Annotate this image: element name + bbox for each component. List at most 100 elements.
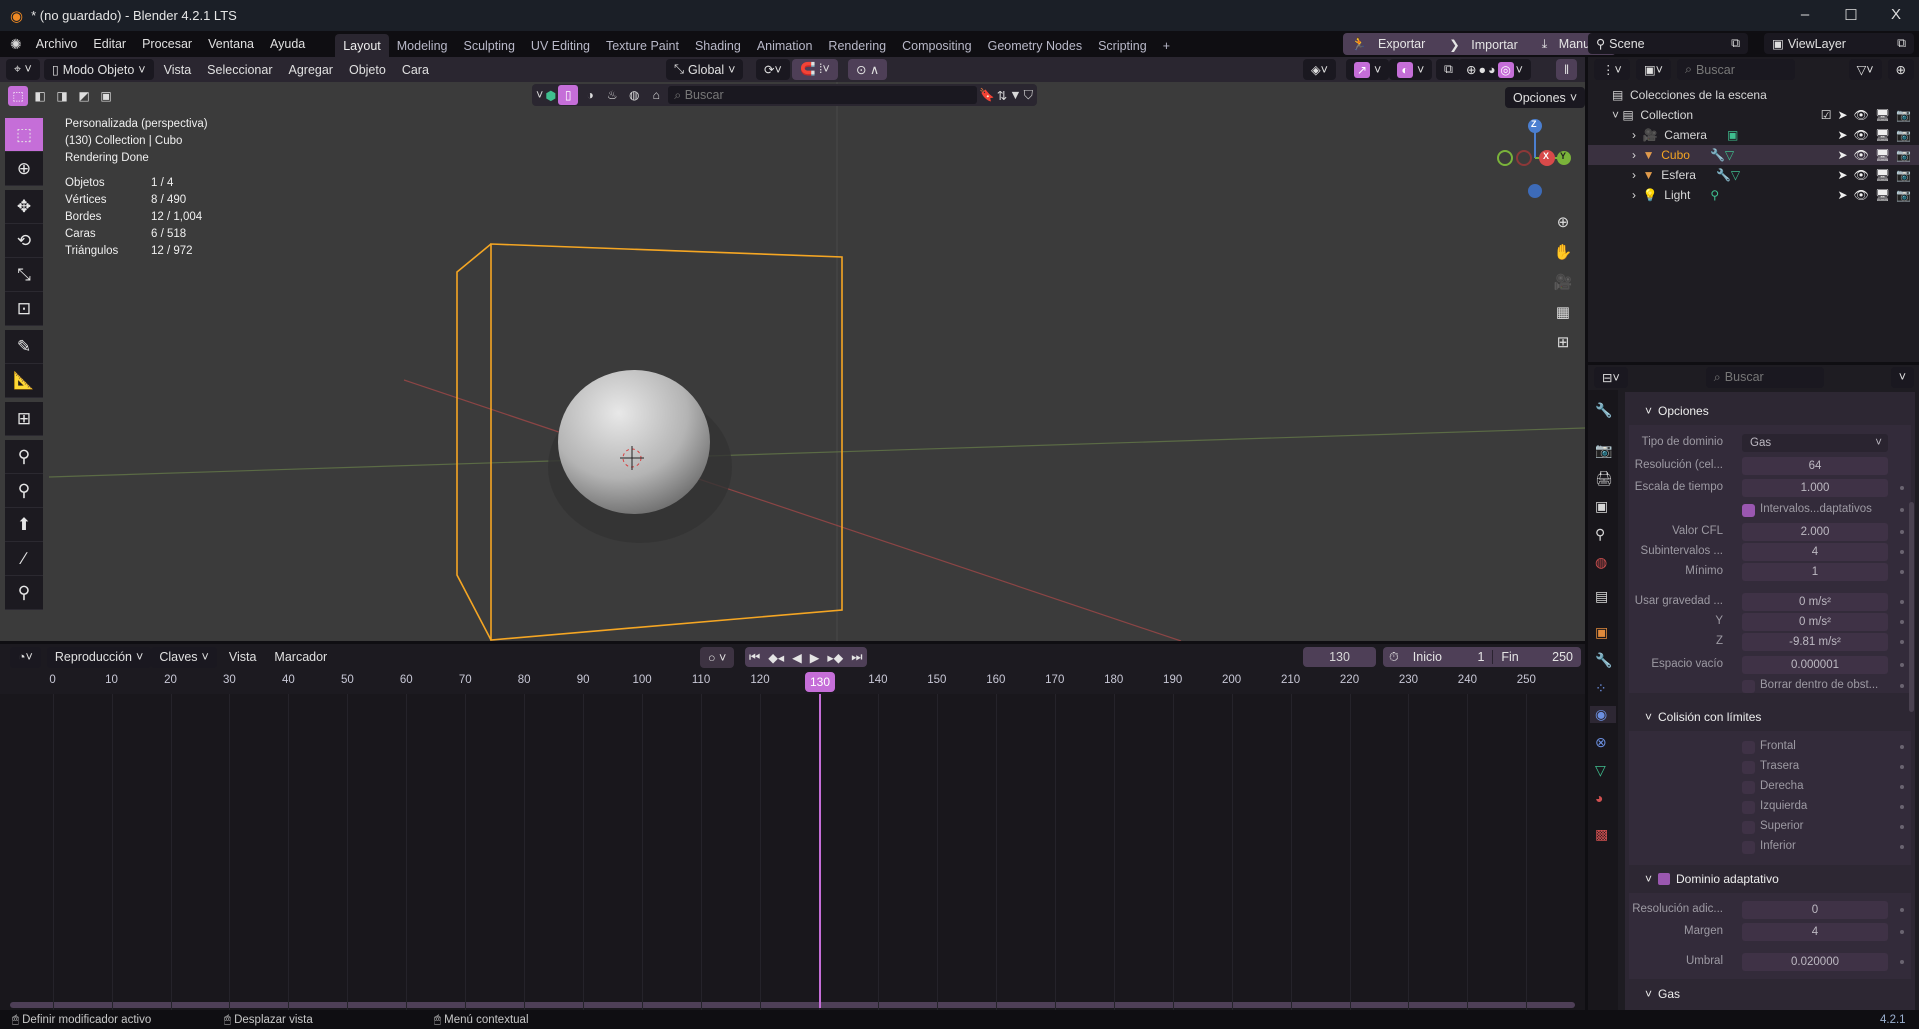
start-frame-field[interactable]: Inicio 1	[1405, 650, 1493, 664]
transform-icon[interactable]: ⊡	[5, 292, 43, 326]
adaptive-domain-checkbox[interactable]	[1658, 873, 1671, 885]
tool-tab-icon[interactable]: 🔧	[1595, 402, 1612, 419]
tab-rendering[interactable]: Rendering	[820, 34, 894, 58]
border-bottom-checkbox[interactable]	[1742, 841, 1755, 854]
tab-geometry-nodes[interactable]: Geometry Nodes	[980, 34, 1090, 58]
material-filter-icon[interactable]: ◑	[580, 85, 600, 105]
render-tab-icon[interactable]: 📷	[1595, 442, 1612, 459]
wrench-icon[interactable]: 🔧	[1716, 168, 1731, 182]
3d-viewport[interactable]: Z X Y Personalizada (perspectiva) (130) …	[0, 82, 1585, 641]
properties-scrollbar[interactable]	[1909, 502, 1914, 712]
brush-filter-icon[interactable]: ⌂	[646, 85, 666, 105]
cursor-icon[interactable]: ⊕	[5, 152, 43, 186]
menu-vista[interactable]: Vista	[223, 650, 263, 664]
section-opciones[interactable]: ˅ Opciones	[1625, 397, 1915, 425]
timeline-scrollbar[interactable]	[10, 1002, 1575, 1008]
tab-uv-editing[interactable]: UV Editing	[523, 34, 598, 58]
select-box-icon[interactable]: ⬚	[5, 118, 43, 152]
chevron-down-icon[interactable]: ˅	[1890, 366, 1914, 388]
particles-tab-icon[interactable]: ⁘	[1595, 680, 1607, 697]
chevron-right-icon[interactable]: ›	[1632, 188, 1636, 202]
annotate-icon[interactable]: ✎	[5, 330, 43, 364]
outliner-item-esfera[interactable]: › ▼ Esfera 🔧 ▽ ➤ 👁 🖥 📷	[1588, 165, 1919, 185]
delete-in-obstacle-checkbox[interactable]	[1742, 680, 1755, 693]
keyframe-dot[interactable]	[1900, 805, 1904, 809]
knife-icon[interactable]: ∕	[5, 542, 43, 576]
select-intersect-icon[interactable]: ▣	[96, 86, 116, 106]
extrude-icon[interactable]: ⬆	[5, 508, 43, 542]
camera-icon[interactable]: 📷	[1896, 108, 1911, 122]
orientation-selector[interactable]: ⤡ Global ˅	[666, 59, 744, 80]
tab-scripting[interactable]: Scripting	[1090, 34, 1155, 58]
new-collection-icon[interactable]: ⊕	[1887, 59, 1914, 80]
minimize-button[interactable]: –	[1795, 6, 1815, 23]
pivot-icon[interactable]: ⟳˅	[756, 59, 790, 80]
properties-search-input[interactable]: ⌕ Buscar	[1705, 366, 1824, 388]
gizmo-toggle-icon[interactable]: ↗ ˅	[1346, 59, 1390, 80]
select-extend-icon[interactable]: ◧	[30, 86, 50, 106]
monitor-icon[interactable]: 🖥	[1875, 128, 1890, 142]
outliner-item-light[interactable]: › 💡 Light ⚲ ➤ 👁 🖥 📷	[1588, 185, 1919, 205]
editor-type-button[interactable]: ◔˅	[10, 646, 41, 668]
resolution-field[interactable]: 64	[1742, 457, 1888, 475]
keyframe-dot[interactable]	[1900, 825, 1904, 829]
add-point-icon[interactable]: ⚲	[5, 440, 43, 474]
select-arrow-icon[interactable]: ➤	[1838, 168, 1848, 182]
view-layer-tab-icon[interactable]: ▣	[1595, 498, 1608, 515]
output-tab-icon[interactable]: 🖨	[1595, 470, 1613, 487]
camera-view-icon[interactable]: 🎥	[1550, 270, 1576, 296]
measure-icon[interactable]: 📐	[5, 364, 43, 398]
view-layer-selector[interactable]: ▣ ViewLayer ⧉	[1764, 33, 1914, 54]
playhead[interactable]	[819, 694, 821, 1008]
keyframe-dot[interactable]	[1900, 745, 1904, 749]
monitor-icon[interactable]: 🖥	[1875, 148, 1890, 162]
menu-cara[interactable]: Cara	[396, 63, 435, 77]
keyframe-dot[interactable]	[1900, 908, 1904, 912]
threshold-field[interactable]: 0.020000	[1742, 953, 1888, 971]
keyframe-dot[interactable]	[1900, 930, 1904, 934]
snap-icon[interactable]: 🧲 ⁞˅	[792, 59, 838, 80]
border-back-checkbox[interactable]	[1742, 761, 1755, 774]
filter-icon[interactable]: ▽˅	[1848, 59, 1882, 80]
border-top-checkbox[interactable]	[1742, 821, 1755, 834]
section-dominio-adaptativo[interactable]: ˅ Dominio adaptativo	[1625, 865, 1915, 893]
new-view-layer-icon[interactable]: ⧉	[1897, 36, 1906, 51]
playback-menu[interactable]: Reproducción ˅	[46, 646, 152, 668]
sort-icon[interactable]: ⇅	[997, 88, 1007, 103]
section-colision[interactable]: ˅ Colisión con límites	[1625, 703, 1915, 731]
margin-field[interactable]: 4	[1742, 923, 1888, 941]
data-tab-icon[interactable]: ▽	[1595, 762, 1606, 779]
editor-type-button[interactable]: ⊟˅	[1594, 366, 1628, 388]
export-button[interactable]: 🏃 Exportar	[1343, 37, 1441, 52]
time-scale-field[interactable]: 1.000	[1742, 479, 1888, 497]
menu-vista[interactable]: Vista	[158, 63, 198, 77]
gravity-z-field[interactable]: -9.81 m/s²	[1742, 633, 1888, 651]
current-frame-field[interactable]: 130	[1303, 647, 1376, 667]
next-keyframe-icon[interactable]: ▸◆	[823, 650, 847, 665]
tab-layout[interactable]: Layout	[335, 34, 389, 58]
keyframe-dot[interactable]	[1900, 684, 1904, 688]
keyframe-dot[interactable]	[1900, 508, 1904, 512]
menu-seleccionar[interactable]: Seleccionar	[201, 63, 278, 77]
border-left-checkbox[interactable]	[1742, 801, 1755, 814]
zoom-icon[interactable]: ⊕	[1550, 210, 1576, 236]
add-cube-icon[interactable]: ⊞	[5, 402, 43, 436]
view-layer-icon[interactable]: ▣˅	[1635, 59, 1671, 80]
overlay-toggle-icon[interactable]: ◐ ˅	[1389, 59, 1433, 80]
empty-space-field[interactable]: 0.000001	[1742, 656, 1888, 674]
solid-shading-icon[interactable]: ●	[1478, 63, 1486, 77]
camera-icon[interactable]: 📷	[1896, 188, 1911, 202]
add-workspace-button[interactable]: +	[1155, 34, 1178, 58]
wireframe-shading-icon[interactable]: ⊕	[1466, 62, 1476, 77]
eye-icon[interactable]: 👁	[1854, 108, 1869, 122]
maximize-button[interactable]: ☐	[1841, 6, 1861, 24]
gravity-x-field[interactable]: 0 m/s²	[1742, 593, 1888, 611]
display-mode-icon[interactable]: ⋮˅	[1594, 59, 1630, 80]
physics-tab-icon[interactable]: ◉	[1590, 706, 1616, 723]
keyframe-dot[interactable]	[1900, 845, 1904, 849]
select-new-icon[interactable]: ⬚	[8, 86, 28, 106]
section-gas[interactable]: ˅ Gas	[1625, 980, 1915, 1008]
keying-menu[interactable]: Claves ˅	[151, 646, 217, 668]
pan-hand-icon[interactable]: ✋	[1550, 240, 1576, 266]
keyframe-dot[interactable]	[1900, 570, 1904, 574]
